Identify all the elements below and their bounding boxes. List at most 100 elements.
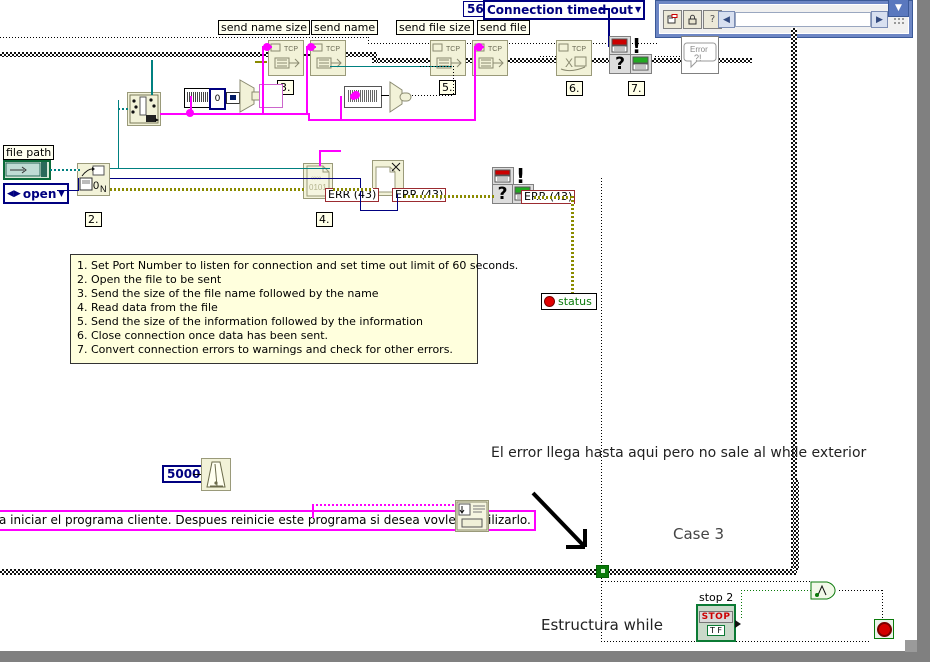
or-gate-icon (810, 581, 836, 600)
array-to-string-icon (129, 94, 159, 124)
one-button-dialog-node[interactable] (455, 500, 489, 532)
path-wire-vertical (118, 100, 119, 168)
svg-text:X: X (565, 56, 573, 70)
refnum-wire-out (110, 178, 360, 179)
stop-terminal-arrow (735, 620, 741, 628)
outer-loop-border-step (368, 37, 369, 44)
step-marker-6: 6. (566, 81, 583, 96)
status-label: status (558, 295, 592, 308)
wire-junction-2 (307, 43, 315, 51)
label-send-name: send name (311, 20, 379, 35)
error-wire-read-to-close (333, 188, 373, 191)
wait-ms-node[interactable] (201, 458, 231, 491)
label-send-name-size: send name size (218, 20, 310, 35)
status-indicator[interactable]: status (541, 293, 597, 310)
path-wire-up-to-node (151, 60, 153, 95)
svg-text:TCP: TCP (488, 46, 502, 53)
path-wire-up (110, 168, 330, 169)
tcp-write-icon: TCP (432, 43, 462, 69)
scroll-right-button[interactable]: ▶ (871, 11, 888, 28)
open-enum-wire-v (78, 178, 79, 191)
labview-block-diagram: { "window": { "toolbar_buttons": ["diagr… (0, 0, 930, 662)
error-note-annotation: El error llega hasta aqui pero no sale a… (491, 445, 867, 461)
case-structure-label: Case 3 (673, 525, 725, 543)
dialog-icon (456, 501, 488, 531)
error-bubble-icon: Error ?! (683, 42, 717, 69)
error-bubble-node[interactable]: Error ?! (681, 36, 719, 74)
step-marker-7: 7. (628, 81, 645, 96)
diagram-icon[interactable] (663, 10, 682, 29)
type-cast-icon (239, 79, 261, 113)
tcp-write-icon: TCP (312, 43, 342, 69)
error-convert-top[interactable] (609, 36, 631, 56)
tcp-close-node[interactable]: TCP X (556, 40, 592, 76)
lock-icon[interactable] (683, 10, 702, 29)
tcp-write-node-name-size[interactable]: TCP (268, 40, 304, 76)
file-open-node[interactable]: 0 N (77, 163, 110, 196)
type-cast-node-2[interactable] (388, 80, 412, 114)
size-wire-into-node (420, 66, 454, 67)
outer-loop-border-bottom (0, 569, 797, 575)
label-send-file-fix: send file (477, 20, 530, 35)
string-size-node[interactable] (344, 86, 382, 108)
error-convert-bottom[interactable]: ? (609, 54, 631, 74)
string-array-node[interactable] (127, 92, 161, 126)
window-corner-grip[interactable] (905, 640, 917, 652)
error-handler-bottom[interactable]: ? (492, 184, 513, 204)
label-send-file-size: send file size (396, 20, 474, 35)
open-mode-enum[interactable]: ◀▶ open ▼ (3, 183, 69, 204)
stop-boolean-tf: T F (706, 624, 726, 636)
error-wire-to-status (571, 196, 574, 293)
tcp-close-icon: TCP X (558, 43, 587, 72)
error-convert-bottom-right[interactable] (630, 54, 652, 74)
svg-text:TCP: TCP (572, 46, 586, 53)
path-wire-to-array (118, 108, 128, 110)
svg-text:0: 0 (93, 180, 99, 192)
size-wire-h (412, 95, 454, 96)
outer-loop-border-right (791, 28, 797, 480)
string-wire-bottom (308, 119, 476, 121)
while-structure-label: Estructura while (541, 616, 663, 634)
instructions-comment-box: 1. Set Port Number to listen for connect… (70, 254, 518, 364)
label-file-path: file path (3, 145, 55, 160)
string-wire-up-node3b (306, 46, 308, 114)
loop-condition-terminal[interactable] (874, 619, 894, 639)
chevron-down-icon[interactable]: ▼ (58, 187, 64, 201)
refnum-wire-down (360, 178, 361, 210)
outer-loop-border-top (0, 37, 368, 38)
chevron-down-icon[interactable]: ▼ (635, 3, 641, 17)
case-out-wire (602, 581, 812, 582)
error-wire-top-band (255, 61, 267, 63)
dialog-wire-h (312, 504, 457, 506)
scroll-down-button[interactable]: ▼ (888, 0, 909, 17)
scroll-left-button[interactable]: ◀ (718, 11, 735, 28)
diagram-toolbar-fragment[interactable]: ? ◀ ▶ ▼ (655, 0, 913, 38)
string-wire-read-branch (319, 150, 341, 152)
string-wire-up-node3a (262, 46, 264, 114)
window-bottom-edge (0, 651, 930, 662)
path-icon (5, 162, 47, 177)
svg-text:TCP: TCP (326, 46, 340, 53)
string-wire-up-node5b (474, 46, 476, 121)
error-wire-open-to-read (110, 188, 305, 191)
case-structure-border-bottom (601, 641, 871, 642)
metronome-icon (206, 461, 226, 488)
error-wire-handler-out (534, 196, 574, 199)
horizontal-scrollbar[interactable] (735, 12, 871, 27)
svg-text:TCP: TCP (446, 46, 460, 53)
or-gate-node[interactable] (810, 581, 840, 600)
stop-button-label: stop 2 (699, 591, 734, 604)
string-wire-bus (160, 113, 310, 115)
timeout-enum-dropdown[interactable]: Connection timed out ▼ (483, 0, 646, 20)
stop-2-control[interactable]: STOP T F (696, 604, 736, 642)
tcp-write-node-file-size[interactable]: TCP (430, 40, 466, 76)
file-path-control[interactable] (3, 160, 51, 180)
type-cast-node-1[interactable] (238, 78, 261, 114)
tcp-write-icon: TCP (270, 43, 300, 69)
cast2-connector (381, 95, 389, 96)
stop-button-text[interactable]: STOP (698, 610, 734, 623)
status-led-icon (544, 296, 555, 307)
open-enum-wire (57, 190, 79, 191)
error-convert-node[interactable]: ! ? (609, 36, 652, 76)
size-wire-v (453, 66, 454, 96)
